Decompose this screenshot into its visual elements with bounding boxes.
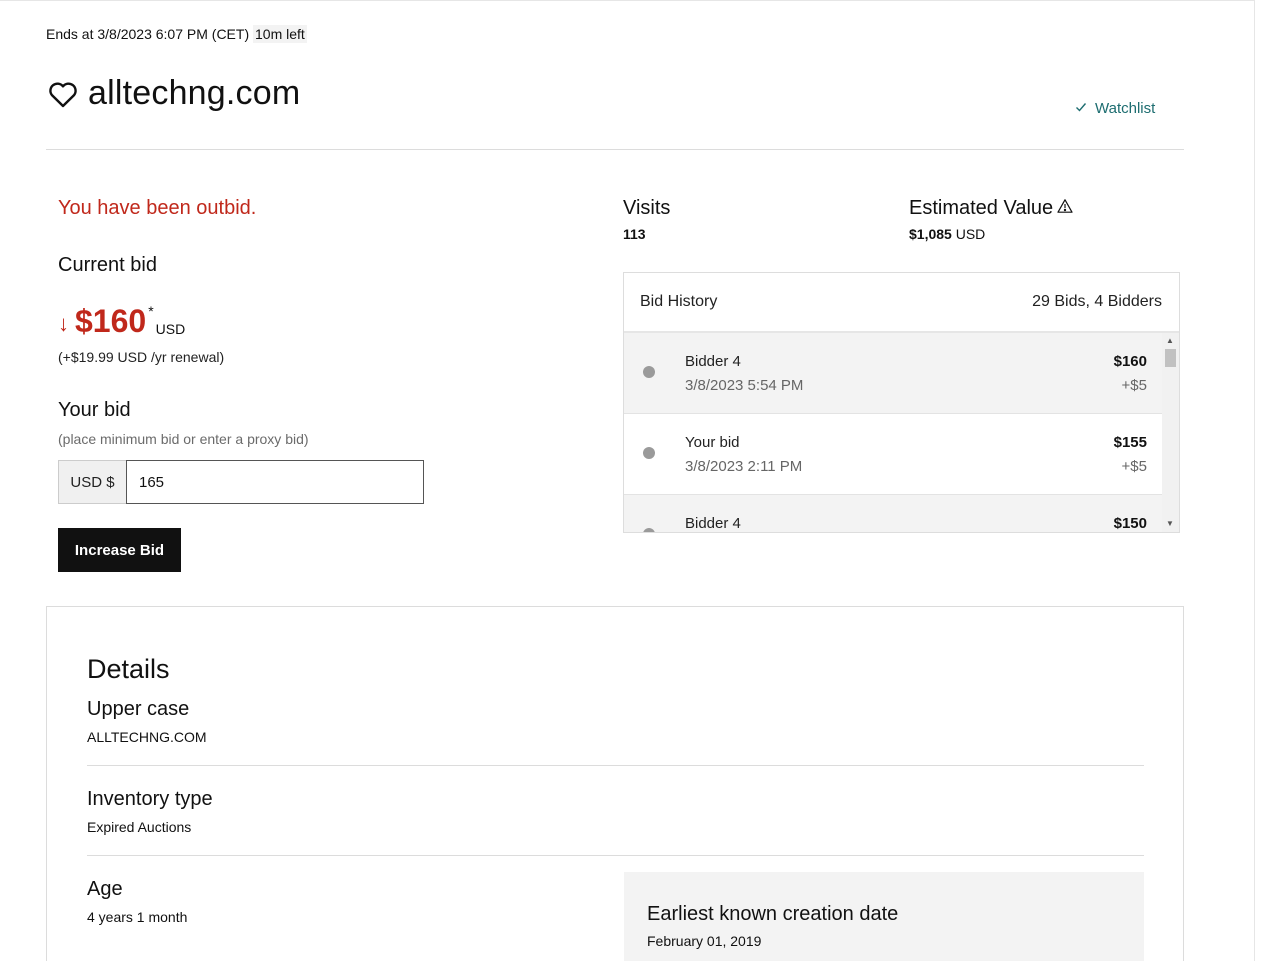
creation-date-value: February 01, 2019	[647, 933, 762, 949]
bid-increment: +$5	[1121, 458, 1147, 475]
estimated-currency: USD	[955, 226, 986, 242]
scroll-thumb[interactable]	[1165, 349, 1176, 367]
upper-case-value: ALLTECHNG.COM	[87, 729, 207, 745]
bidder-dot-icon	[643, 366, 655, 378]
creation-date-label: Earliest known creation date	[647, 903, 899, 925]
domain-title-row: alltechng.com	[46, 74, 300, 113]
price-footnote-marker: *	[148, 303, 154, 319]
visits-count: 113	[623, 226, 646, 242]
heart-icon[interactable]	[46, 77, 80, 111]
bid-input-group: USD $	[58, 460, 424, 504]
bid-amount-input[interactable]	[126, 460, 424, 504]
bid-history-title: Bid History	[640, 293, 718, 310]
auction-end-text: Ends at 3/8/2023 6:07 PM (CET)	[46, 26, 250, 42]
details-title: Details	[87, 654, 170, 684]
bid-history-header: Bid History 29 Bids, 4 Bidders	[624, 273, 1179, 333]
details-divider	[87, 765, 1144, 766]
current-bid-label: Current bid	[58, 254, 157, 276]
visits-label: Visits	[623, 197, 671, 219]
domain-name-title: alltechng.com	[88, 74, 301, 112]
renewal-price: (+$19.99 USD /yr renewal)	[58, 349, 225, 365]
page-top-border	[0, 0, 1255, 1]
estimated-value-stat: Estimated Value $1,085 USD	[909, 197, 1073, 242]
inventory-type-value: Expired Auctions	[87, 819, 192, 835]
your-bid-label: Your bid	[58, 399, 131, 421]
estimated-value-label: Estimated Value	[909, 197, 1054, 219]
bidder-dot-icon	[643, 528, 655, 532]
bidder-dot-icon	[643, 447, 655, 459]
scroll-up-arrow-icon[interactable]: ▲	[1166, 336, 1174, 345]
current-price: $160	[75, 303, 147, 339]
visits-value: 113	[623, 226, 670, 242]
bid-amount: $155	[1113, 434, 1147, 451]
bid-amount: $160	[1113, 353, 1147, 370]
current-bid-price: ↓ $160 * USD	[58, 303, 185, 340]
estimated-amount: $1,085	[909, 226, 952, 242]
bid-amount: $150	[1113, 515, 1147, 532]
currency-prefix: USD $	[58, 460, 126, 504]
bidder-name: Bidder 4	[685, 515, 741, 532]
bid-history-row: Bidder 4 3/8/2023 5:54 PM $160 +$5	[624, 333, 1164, 414]
visits-stat: Visits 113	[623, 197, 670, 242]
page-right-border	[1254, 0, 1255, 961]
warning-icon[interactable]	[1057, 197, 1073, 220]
down-arrow-icon: ↓	[58, 311, 69, 336]
age-value: 4 years 1 month	[87, 909, 188, 925]
time-left-badge: 10m left	[253, 25, 307, 43]
bid-date: 3/8/2023 2:11 PM	[685, 458, 803, 475]
estimated-value: $1,085 USD	[909, 226, 1073, 242]
bid-history-scrollbar[interactable]: ▲ ▼	[1162, 333, 1179, 532]
bidder-name: Bidder 4	[685, 353, 741, 370]
inventory-type-label: Inventory type	[87, 788, 213, 810]
watchlist-button[interactable]: Watchlist	[1075, 100, 1155, 117]
bid-increment: +$5	[1121, 377, 1147, 394]
details-divider	[87, 855, 1144, 856]
scroll-down-arrow-icon[interactable]: ▼	[1166, 519, 1174, 528]
increase-bid-button[interactable]: Increase Bid	[58, 528, 181, 572]
estimated-value-label-row: Estimated Value	[909, 197, 1073, 220]
price-currency: USD	[155, 321, 186, 337]
bid-date: 3/8/2023 5:54 PM	[685, 377, 804, 394]
header-divider	[46, 149, 1184, 150]
creation-date-card: Earliest known creation date February 01…	[624, 872, 1144, 961]
outbid-alert: You have been outbid.	[58, 197, 257, 219]
check-icon	[1075, 101, 1087, 116]
bid-history-row: Your bid 3/8/2023 2:11 PM $155 +$5	[624, 414, 1164, 495]
your-bid-hint: (place minimum bid or enter a proxy bid)	[58, 431, 309, 447]
watchlist-label: Watchlist	[1095, 100, 1156, 117]
auction-end-time: Ends at 3/8/2023 6:07 PM (CET) 10m left	[46, 25, 307, 43]
bidder-name: Your bid	[685, 434, 740, 451]
bid-history-summary: 29 Bids, 4 Bidders	[1032, 293, 1162, 310]
bid-history-panel: Bid History 29 Bids, 4 Bidders Bidder 4 …	[623, 272, 1180, 533]
upper-case-label: Upper case	[87, 698, 190, 720]
bid-history-row: Bidder 4 $150	[624, 495, 1164, 532]
bid-history-list[interactable]: Bidder 4 3/8/2023 5:54 PM $160 +$5 Your …	[624, 333, 1164, 532]
age-label: Age	[87, 878, 123, 900]
